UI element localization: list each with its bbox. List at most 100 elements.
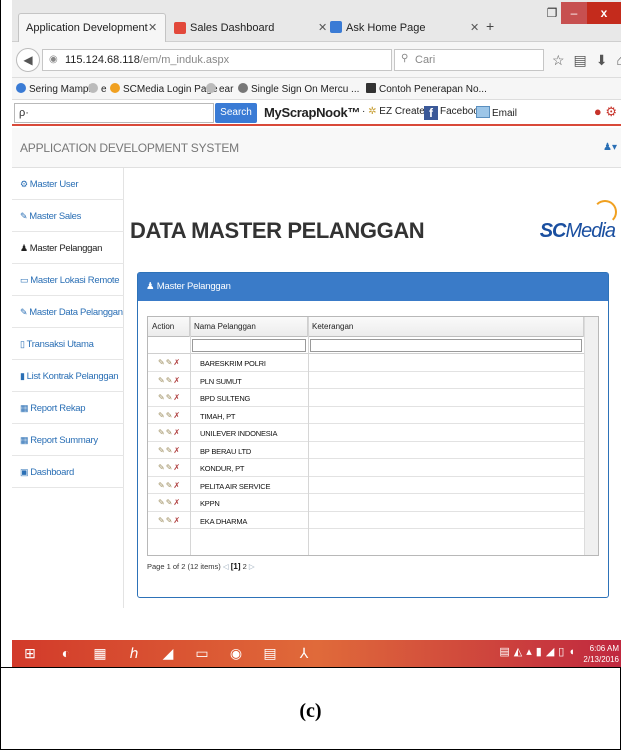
sidebar-item-report-rekap[interactable]: ▦ Report Rekap: [12, 392, 124, 424]
edit-icon[interactable]: ✎: [158, 498, 166, 507]
pdf-icon[interactable]: ⅄: [290, 642, 318, 665]
toolbar-brand[interactable]: MyScrapNook™: [264, 105, 360, 120]
bookmarks-bar: Sering Mampir e SCMedia Login Page ear S…: [12, 78, 621, 100]
edit-icon[interactable]: ✎: [158, 358, 166, 367]
data-grid: Action Nama Pelanggan Keterangan ✎ ✎ ✗ BARE…: [147, 316, 599, 556]
delete-icon[interactable]: ✗: [173, 376, 181, 385]
toolbar-facebook[interactable]: f Facebook: [424, 106, 484, 120]
column-header-keterangan[interactable]: Keterangan: [308, 317, 584, 337]
filter-row: [148, 337, 598, 354]
close-icon[interactable]: ✕: [148, 21, 157, 34]
prev-page-icon[interactable]: ◁: [223, 562, 231, 571]
delete-icon[interactable]: ✗: [173, 481, 181, 490]
document-icon: [366, 83, 376, 93]
delete-icon[interactable]: ✗: [173, 428, 181, 437]
edit-icon[interactable]: ✎: [158, 516, 166, 525]
app-icon[interactable]: ◢: [154, 642, 182, 665]
cell-nama-pelanggan: BPD SULTENG: [200, 394, 251, 403]
row-actions: ✎✎✗: [158, 428, 181, 437]
toolbar-extension-icons[interactable]: ● ⚙: [594, 104, 617, 120]
scmedia-icon: [110, 83, 120, 93]
address-bar[interactable]: ◉ 115.124.68.118/em/m_induk.aspx C: [42, 49, 411, 71]
delete-icon[interactable]: ✗: [173, 516, 181, 525]
taskbar-clock[interactable]: 6:06 AM 2/13/2016: [583, 643, 619, 665]
file-icon: ▯: [20, 339, 25, 349]
edit-icon[interactable]: ✎: [158, 393, 166, 402]
search-icon: ⚲: [401, 53, 409, 64]
close-icon[interactable]: ✕: [470, 21, 479, 34]
bookmark-sering-mampir[interactable]: Sering Mampir: [16, 83, 94, 95]
delete-icon[interactable]: ✗: [173, 358, 181, 367]
close-icon[interactable]: ✕: [318, 21, 327, 34]
grid-scrollbar[interactable]: [584, 317, 598, 555]
bookmark-contoh-penerapan[interactable]: Contoh Penerapan No...: [366, 83, 487, 95]
publisher-icon[interactable]: ▤: [256, 642, 284, 665]
page-title: DATA MASTER PELANGGAN: [130, 218, 425, 243]
sidebar-item-master-lokasi-remote[interactable]: ▭ Master Lokasi Remote: [12, 264, 124, 296]
filter-nama-pelanggan-input[interactable]: [192, 339, 306, 352]
toolbar-ez-create[interactable]: · ✲ EZ Create: [362, 106, 425, 117]
close-window-icon[interactable]: x: [587, 2, 621, 24]
cell-nama-pelanggan: BP BERAU LTD: [200, 446, 252, 456]
cell-nama-pelanggan: KONDUR, PT: [200, 464, 245, 473]
bookmark-scmedia-login[interactable]: SCMedia Login Page: [110, 83, 218, 95]
cell-nama-pelanggan: BARESKRIM POLRI: [200, 359, 266, 368]
bookmark-single-sign-on[interactable]: Single Sign On Mercu ...: [238, 83, 359, 95]
bookmark-e[interactable]: e: [88, 83, 107, 95]
user-menu-icon[interactable]: ♟▾: [603, 142, 617, 153]
sidebar-item-master-user[interactable]: ⚙ Master User: [12, 168, 124, 200]
edit-icon[interactable]: ✎: [158, 428, 166, 437]
star-icon: ✲: [368, 106, 377, 117]
delete-icon[interactable]: ✗: [173, 446, 181, 455]
toolbar-search-input[interactable]: ρ·: [14, 103, 214, 123]
sidebar-item-dashboard[interactable]: ▣ Dashboard: [12, 456, 124, 488]
start-icon[interactable]: ⊞: [16, 642, 44, 665]
table-icon: ▦: [20, 403, 29, 413]
bookmark-icon: [16, 83, 26, 93]
browser-toolbar-icons[interactable]: ☆▤⬇⌂⊕≡: [552, 52, 621, 69]
delete-icon[interactable]: ✗: [173, 498, 181, 507]
delete-icon[interactable]: ✗: [173, 463, 181, 472]
edit-icon[interactable]: ✎: [158, 446, 166, 455]
column-header-nama-pelanggan[interactable]: Nama Pelanggan: [190, 317, 308, 337]
back-arrow-icon[interactable]: ◀: [16, 48, 40, 72]
edit-icon[interactable]: ✎: [158, 481, 166, 490]
delete-icon[interactable]: ✗: [173, 411, 181, 420]
sidebar-item-list-kontrak-pelanggan[interactable]: ▮ List Kontrak Pelanggan: [12, 360, 124, 392]
system-tray-icons[interactable]: ▤◭▴▮◢▯◖: [499, 645, 579, 658]
frame-divider: [0, 667, 621, 668]
bookmark-ear[interactable]: ear: [206, 83, 233, 95]
tab-ask-home-page[interactable]: Ask Home Page: [346, 22, 425, 34]
hp-icon[interactable]: ℎ: [120, 642, 148, 665]
explorer-icon[interactable]: ◐: [52, 642, 80, 665]
edit-icon[interactable]: ✎: [158, 376, 166, 385]
tab-sales-dashboard[interactable]: Sales Dashboard: [190, 22, 274, 34]
search-input[interactable]: ⚲ Cari: [394, 49, 544, 71]
toolbar-search-button[interactable]: Search: [215, 103, 257, 123]
folder-icon[interactable]: ▭: [188, 642, 216, 665]
sidebar-item-report-summary[interactable]: ▦ Report Summary: [12, 424, 124, 456]
pager-next-page[interactable]: 2: [243, 562, 247, 571]
edit-icon[interactable]: ✎: [158, 463, 166, 472]
gear-icon: ⚙: [20, 179, 28, 189]
sidebar-item-master-sales[interactable]: ✎ Master Sales: [12, 200, 124, 232]
next-page-icon[interactable]: ▷: [249, 562, 255, 571]
minimize-window-icon[interactable]: –: [561, 2, 587, 24]
sidebar-item-master-data-pelanggan-sales[interactable]: ✎ Master Data Pelanggan Sales: [12, 296, 148, 328]
excel-icon[interactable]: ▦: [86, 642, 114, 665]
filter-keterangan-input[interactable]: [310, 339, 582, 352]
column-header-action[interactable]: Action: [148, 317, 190, 337]
toolbar-email[interactable]: Email: [476, 106, 517, 119]
row-actions: ✎✎✗: [158, 481, 181, 490]
delete-icon[interactable]: ✗: [173, 393, 181, 402]
new-tab-icon[interactable]: +: [486, 18, 494, 34]
sidebar-item-master-pelanggan[interactable]: ♟ Master Pelanggan: [12, 232, 124, 264]
main-content: DATA MASTER PELANGGAN SCMedia ♟ Master P…: [124, 168, 621, 608]
table-icon: ▦: [20, 435, 29, 445]
edit-icon[interactable]: ✎: [158, 411, 166, 420]
grid-column-divider: [190, 317, 191, 555]
firefox-icon[interactable]: ◉: [222, 642, 250, 665]
sidebar-item-transaksi-utama[interactable]: ▯ Transaksi Utama: [12, 328, 124, 360]
restore-window-icon[interactable]: ❐: [541, 2, 563, 24]
pager: Page 1 of 2 (12 items) ◁ [1] 2 ▷: [147, 562, 255, 571]
